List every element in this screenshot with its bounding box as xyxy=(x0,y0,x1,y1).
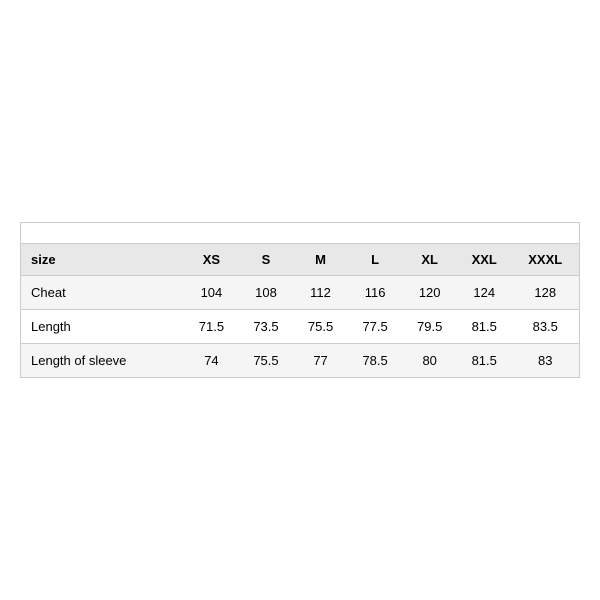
sleeve-l: 78.5 xyxy=(348,344,403,378)
length-l: 77.5 xyxy=(348,310,403,344)
table-title xyxy=(21,223,580,244)
sleeve-m: 77 xyxy=(293,344,348,378)
sleeve-xxl: 81.5 xyxy=(457,344,512,378)
row-length: Length 71.5 73.5 75.5 77.5 79.5 81.5 83.… xyxy=(21,310,580,344)
label-sleeve: Length of sleeve xyxy=(21,344,185,378)
header-m: M xyxy=(293,244,348,276)
header-size: size xyxy=(21,244,185,276)
header-xxl: XXL xyxy=(457,244,512,276)
header-l: L xyxy=(348,244,403,276)
header-s: S xyxy=(239,244,294,276)
row-cheat: Cheat 104 108 112 116 120 124 128 xyxy=(21,276,580,310)
cheat-xs: 104 xyxy=(184,276,239,310)
length-xxl: 81.5 xyxy=(457,310,512,344)
length-xxxl: 83.5 xyxy=(512,310,580,344)
label-length: Length xyxy=(21,310,185,344)
cheat-l: 116 xyxy=(348,276,403,310)
cheat-m: 112 xyxy=(293,276,348,310)
sleeve-xs: 74 xyxy=(184,344,239,378)
header-xxxl: XXXL xyxy=(512,244,580,276)
length-m: 75.5 xyxy=(293,310,348,344)
sleeve-xl: 80 xyxy=(402,344,457,378)
cheat-xxxl: 128 xyxy=(512,276,580,310)
sleeve-xxxl: 83 xyxy=(512,344,580,378)
header-row: size XS S M L XL XXL XXXL xyxy=(21,244,580,276)
title-row xyxy=(21,223,580,244)
label-cheat: Cheat xyxy=(21,276,185,310)
cheat-s: 108 xyxy=(239,276,294,310)
header-xl: XL xyxy=(402,244,457,276)
cheat-xxl: 124 xyxy=(457,276,512,310)
length-xl: 79.5 xyxy=(402,310,457,344)
sleeve-s: 75.5 xyxy=(239,344,294,378)
cheat-xl: 120 xyxy=(402,276,457,310)
header-xs: XS xyxy=(184,244,239,276)
size-chart-container: size XS S M L XL XXL XXXL Cheat 104 108 … xyxy=(20,222,580,378)
length-xs: 71.5 xyxy=(184,310,239,344)
row-sleeve: Length of sleeve 74 75.5 77 78.5 80 81.5… xyxy=(21,344,580,378)
size-chart-table: size XS S M L XL XXL XXXL Cheat 104 108 … xyxy=(20,222,580,378)
length-s: 73.5 xyxy=(239,310,294,344)
